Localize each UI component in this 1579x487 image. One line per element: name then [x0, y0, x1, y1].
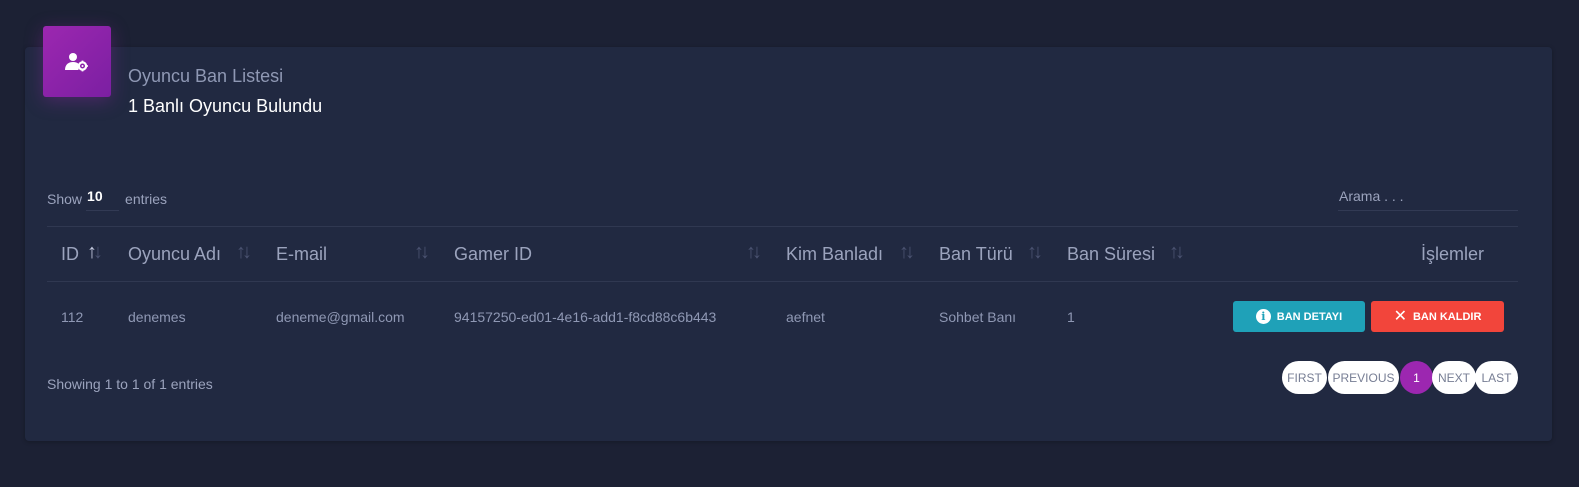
length-menu-prefix: Show — [47, 190, 83, 207]
column-header-email[interactable]: E-mail — [276, 227, 327, 281]
sort-both-icon[interactable]: ↑↓ — [414, 241, 430, 264]
search-input[interactable] — [1338, 186, 1520, 206]
sort-both-icon[interactable]: ↑↓ — [899, 241, 915, 264]
length-menu-suffix: entries — [125, 190, 168, 207]
cell-banned-by: aefnet — [786, 309, 825, 325]
column-header-label: Kim Banladı — [786, 243, 884, 264]
remove-ban-button[interactable]: ✕ BAN KALDIR — [1371, 301, 1504, 332]
length-menu: Show 10 entries — [47, 186, 167, 211]
column-header-label: ID — [61, 243, 79, 264]
sort-both-icon[interactable]: ↑↓ — [1169, 241, 1185, 264]
entries-per-page-select[interactable]: 10 — [86, 186, 120, 211]
column-header-banned-by[interactable]: Kim Banladı — [786, 227, 883, 281]
column-header-gamer-id[interactable]: Gamer ID — [454, 227, 532, 281]
info-icon: i — [1255, 309, 1271, 324]
page-previous-button[interactable]: PREVIOUS — [1328, 361, 1399, 394]
cell-gamer-id: 94157250-ed01-4e16-add1-f8cd88c6b443 — [454, 309, 717, 325]
table-row: 112 denemes deneme@gmail.com 94157250-ed… — [47, 281, 1518, 353]
column-header-label: Ban Süresi — [1067, 243, 1156, 264]
table-info: Showing 1 to 1 of 1 entries — [47, 376, 213, 392]
cell-player-name: denemes — [128, 309, 186, 325]
cell-email: deneme@gmail.com — [276, 309, 405, 325]
page-1-button[interactable]: 1 — [1400, 361, 1433, 394]
column-header-label: E-mail — [276, 243, 328, 264]
page-first-button[interactable]: FIRST — [1282, 361, 1327, 394]
remove-ban-label: BAN KALDIR — [1412, 310, 1482, 323]
cell-ban-type: Sohbet Banı — [939, 309, 1017, 325]
sort-both-icon[interactable]: ↑↓ — [1027, 241, 1043, 264]
column-header-label: Oyuncu Adı — [128, 243, 222, 264]
column-header-ban-duration[interactable]: Ban Süresi — [1067, 227, 1155, 281]
column-header-ban-type[interactable]: Ban Türü — [939, 227, 1013, 281]
search-box — [1338, 186, 1520, 211]
column-header-label: Gamer ID — [454, 243, 533, 264]
table-header: ID ↑↓ Oyuncu Adı ↑↓ E-mail ↑↓ Gamer ID ↑… — [47, 226, 1518, 282]
ban-count-subtitle: 1 Banlı Oyuncu Bulundu — [128, 96, 323, 116]
page-next-button[interactable]: NEXT — [1432, 361, 1476, 394]
column-header-label: Ban Türü — [939, 243, 1013, 264]
sort-both-icon[interactable]: ↑↓ — [746, 241, 762, 264]
page-title: Oyuncu Ban Listesi — [128, 66, 284, 86]
sort-both-icon[interactable]: ↑↓ — [236, 241, 252, 264]
close-icon: ✕ — [1393, 307, 1407, 325]
column-header-actions: İşlemler — [1421, 227, 1484, 281]
page-last-button[interactable]: LAST — [1475, 361, 1518, 394]
cell-id: 112 — [61, 309, 84, 325]
column-header-id[interactable]: ID — [61, 227, 79, 281]
card-header-icon — [43, 26, 111, 97]
column-header-player-name[interactable]: Oyuncu Adı — [128, 227, 221, 281]
ban-detail-button[interactable]: i BAN DETAYI — [1233, 301, 1365, 332]
cell-ban-duration: 1 — [1067, 309, 1075, 325]
sort-asc-icon[interactable]: ↑↓ — [87, 241, 103, 264]
column-header-label: İşlemler — [1421, 243, 1485, 264]
ban-detail-label: BAN DETAYI — [1276, 310, 1343, 323]
user-gear-icon — [65, 52, 88, 71]
